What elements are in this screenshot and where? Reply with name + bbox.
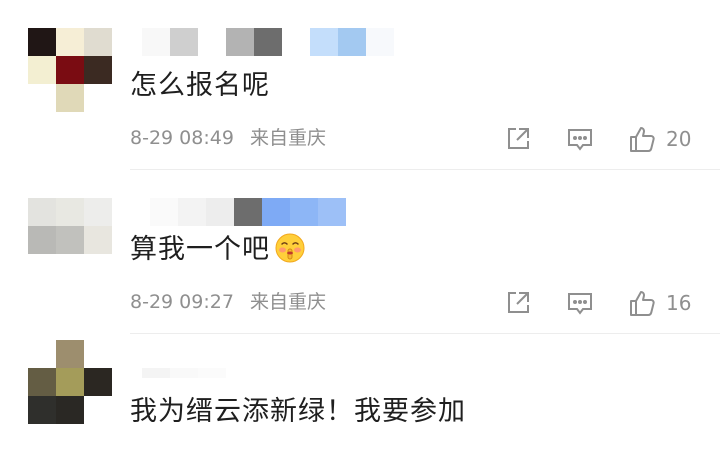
username-blurred[interactable]: [142, 368, 226, 378]
avatar-pixel: [56, 84, 84, 112]
comment-date: 8-29: [130, 291, 174, 313]
comment-item: 怎么报名呢 8-29 08:49 来自重庆 20: [0, 0, 720, 170]
avatar-pixel: [84, 28, 112, 56]
username-pixel: [310, 28, 338, 56]
like-icon: [630, 127, 655, 152]
comment-meta: 8-29 09:27 来自重庆: [130, 290, 326, 314]
avatar-pixel: [84, 84, 112, 112]
username-pixel: [178, 198, 206, 226]
avatar-pixel: [56, 56, 84, 84]
comment-item: 算我一个吧 8-29 09:27 来自重庆 16: [0, 170, 720, 334]
reply-button[interactable]: [566, 127, 594, 153]
avatar-pixel: [28, 340, 56, 368]
avatar-pixel: [84, 56, 112, 84]
avatar-pixel: [28, 28, 56, 56]
avatar-pixel: [56, 28, 84, 56]
share-button[interactable]: [505, 126, 531, 152]
username-pixel: [170, 28, 198, 56]
username-pixel: [142, 368, 170, 378]
share-icon: [508, 128, 529, 149]
like-count: 20: [666, 127, 692, 151]
comment-time: 08:49: [179, 127, 234, 149]
avatar-pixel: [28, 254, 56, 282]
username-pixel: [338, 28, 366, 56]
username-pixel: [318, 198, 346, 226]
avatar-pixel: [84, 340, 112, 368]
comment-time: 09:27: [179, 291, 234, 313]
share-icon: [508, 292, 529, 313]
comment-location: 来自重庆: [249, 127, 326, 149]
username-pixel: [282, 28, 310, 56]
avatar-pixel: [56, 396, 84, 424]
reply-button[interactable]: [566, 291, 594, 317]
avatar-pixel: [84, 396, 112, 424]
comment-date: 8-29: [130, 127, 174, 149]
username-pixel: [366, 28, 394, 56]
comment-text-content: 算我一个吧: [130, 234, 270, 265]
avatar-pixel: [84, 198, 112, 226]
like-button[interactable]: 16: [628, 288, 691, 318]
avatar-pixel: [56, 226, 84, 254]
comment-text: 我为缙云添新绿！我要参加: [130, 396, 466, 427]
username-pixel: [198, 28, 226, 56]
avatar-pixel: [28, 368, 56, 396]
avatar-pixel: [28, 56, 56, 84]
avatar-pixel: [28, 198, 56, 226]
username-pixel: [198, 368, 226, 378]
share-button[interactable]: [505, 290, 531, 316]
like-count: 16: [666, 291, 692, 315]
avatar-pixel: [28, 84, 56, 112]
username-blurred[interactable]: [142, 28, 394, 56]
shushing-face-emoji-icon: [275, 233, 305, 263]
username-pixel: [262, 198, 290, 226]
username-blurred[interactable]: [150, 198, 346, 226]
username-pixel: [254, 28, 282, 56]
comment-item: 我为缙云添新绿！我要参加: [0, 334, 720, 454]
username-pixel: [234, 198, 262, 226]
avatar[interactable]: [28, 28, 112, 112]
username-pixel: [150, 198, 178, 226]
comment-location: 来自重庆: [249, 291, 326, 313]
avatar-pixel: [28, 396, 56, 424]
username-pixel: [206, 198, 234, 226]
like-icon: [630, 291, 655, 316]
comment-meta: 8-29 08:49 来自重庆: [130, 126, 326, 150]
username-pixel: [170, 368, 198, 378]
avatar-pixel: [56, 198, 84, 226]
comment-text: 算我一个吧: [130, 232, 306, 268]
comment-text: 怎么报名呢: [130, 70, 270, 101]
comment-icon: [568, 129, 592, 151]
username-pixel: [290, 198, 318, 226]
avatar-pixel: [84, 254, 112, 282]
username-pixel: [226, 28, 254, 56]
username-pixel: [142, 28, 170, 56]
avatar-pixel: [28, 226, 56, 254]
avatar[interactable]: [28, 340, 112, 424]
avatar-pixel: [84, 368, 112, 396]
comment-icon: [568, 293, 592, 315]
avatar[interactable]: [28, 198, 112, 282]
like-button[interactable]: 20: [628, 124, 691, 154]
avatar-pixel: [56, 254, 84, 282]
avatar-pixel: [84, 226, 112, 254]
avatar-pixel: [56, 340, 84, 368]
avatar-pixel: [56, 368, 84, 396]
